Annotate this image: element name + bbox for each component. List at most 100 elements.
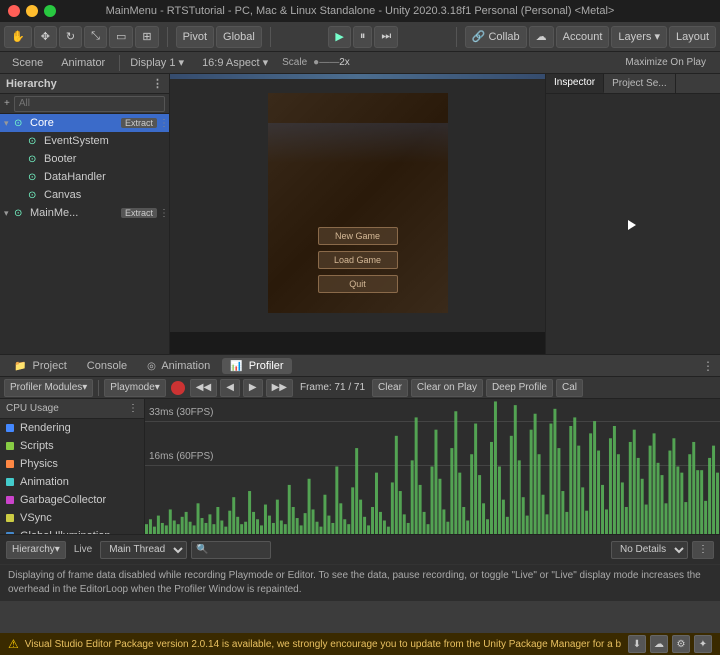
item-label-eventsystem: EventSystem	[44, 135, 109, 147]
playmode-dropdown[interactable]: Playmode ▾	[104, 379, 166, 397]
status-btn-1[interactable]: ⬇	[628, 635, 646, 653]
rect-tool[interactable]: ▭	[109, 26, 133, 48]
sidebar-more[interactable]: ⋮	[128, 403, 138, 414]
display-button[interactable]: Display 1 ▾	[122, 53, 192, 73]
status-btn-4[interactable]: ✦	[694, 635, 712, 653]
aspect-button[interactable]: 16:9 Aspect ▾	[194, 53, 276, 73]
prof-gc[interactable]: GarbageCollector	[0, 491, 144, 509]
profiler-bottom-more[interactable]: ⋮	[692, 541, 714, 559]
animator-tab[interactable]: Animator	[53, 53, 113, 73]
hierarchy-item-eventsystem[interactable]: ⊙ EventSystem	[0, 132, 169, 150]
core-more[interactable]: ⋮	[159, 118, 169, 129]
prof-rendering[interactable]: Rendering	[0, 419, 144, 437]
hierarchy-tree: ▾ ⊙ Core Extract ⋮ ⊙ EventSystem ⊙ Boote…	[0, 114, 169, 354]
profiler-area: 📁 Project Console ◎ Animation 📊 Profiler…	[0, 354, 720, 564]
transform-tool[interactable]: ⊞	[135, 26, 158, 48]
frame-counter: Frame: 71 / 71	[300, 382, 365, 393]
item-label-mainme: MainMe...	[30, 207, 78, 219]
prof-scripts[interactable]: Scripts	[0, 437, 144, 455]
global-button[interactable]: Global	[216, 26, 262, 48]
prof-physics[interactable]: Physics	[0, 455, 144, 473]
profiler-tabs: 📁 Project Console ◎ Animation 📊 Profiler…	[0, 355, 720, 377]
inspector-tab[interactable]: Inspector	[546, 74, 604, 93]
layout-button[interactable]: Layout	[669, 26, 716, 48]
mainme-more[interactable]: ⋮	[159, 208, 169, 219]
inspector-tabs: Inspector Project Se...	[546, 74, 720, 94]
profiler-tabs-more[interactable]: ⋮	[702, 359, 714, 373]
prof-vsync[interactable]: VSync	[0, 509, 144, 527]
profiler-main: CPU Usage ⋮ Rendering Scripts Physics An…	[0, 399, 720, 534]
prof-gi[interactable]: Global Illumination	[0, 527, 144, 534]
prev-step-btn[interactable]: ◀	[220, 379, 240, 397]
deep-profile-button[interactable]: Deep Profile	[486, 379, 553, 397]
hierarchy-toolbar: +	[0, 94, 169, 114]
account-button[interactable]: Account	[556, 26, 610, 48]
vsync-label: VSync	[20, 512, 52, 524]
hierarchy-item-booter[interactable]: ⊙ Booter	[0, 150, 169, 168]
rotate-tool[interactable]: ↻	[59, 26, 82, 48]
profiler-bottom: Hierarchy ▾ Live Main Thread No Details …	[0, 534, 720, 564]
clear-on-play-button[interactable]: Clear on Play	[411, 379, 483, 397]
hierarchy-more[interactable]: ⋮	[152, 77, 163, 90]
vsync-dot	[6, 514, 14, 522]
inspector-panel: Inspector Project Se...	[545, 74, 720, 354]
project-tab[interactable]: 📁 Project	[6, 358, 75, 374]
step-button[interactable]: ⏭	[374, 26, 398, 48]
divider-1	[167, 27, 168, 47]
profiler-tab-btn[interactable]: 📊 Profiler	[222, 358, 291, 374]
rendering-label: Rendering	[20, 422, 71, 434]
project-settings-tab[interactable]: Project Se...	[604, 74, 675, 93]
transform-tools: ✋ ✥ ↻ ⤡ ▭ ⊞	[4, 26, 159, 48]
physics-dot	[6, 460, 14, 468]
prof-animation[interactable]: Animation	[0, 473, 144, 491]
collab-button[interactable]: 🔗 Collab	[465, 26, 527, 48]
scale-tool[interactable]: ⤡	[84, 26, 107, 48]
profiler-toolbar: Profiler Modules ▾ Playmode ▾ ◀◀ ◀ ▶ ▶▶ …	[0, 377, 720, 399]
add-icon[interactable]: +	[4, 98, 10, 109]
playback-controls: ▶ ⏸ ⏭	[279, 26, 448, 48]
hierarchy-header: Hierarchy ⋮	[0, 74, 169, 94]
divider-2	[270, 27, 271, 47]
prev-frame-btn[interactable]: ◀◀	[190, 379, 217, 397]
no-details-select[interactable]: No Details	[611, 541, 688, 559]
maximize-button[interactable]	[44, 5, 56, 17]
minimize-button[interactable]	[26, 5, 38, 17]
window-title: MainMenu - RTSTutorial - PC, Mac & Linux…	[106, 5, 615, 17]
hierarchy-item-mainme[interactable]: ▾ ⊙ MainMe... Extract ⋮	[0, 204, 169, 222]
cpu-usage-title: CPU Usage	[6, 403, 59, 414]
pivot-button[interactable]: Pivot	[176, 26, 214, 48]
record-button[interactable]	[171, 381, 185, 395]
play-button[interactable]: ▶	[328, 26, 350, 48]
cal-button[interactable]: Cal	[556, 379, 583, 397]
hierarchy-item-core[interactable]: ▾ ⊙ Core Extract ⋮	[0, 114, 169, 132]
live-label: Live	[74, 544, 92, 555]
pause-button[interactable]: ⏸	[353, 26, 373, 48]
profiler-modules-dropdown[interactable]: Profiler Modules ▾	[4, 379, 93, 397]
physics-label: Physics	[20, 458, 58, 470]
clear-button[interactable]: Clear	[372, 379, 408, 397]
cloud-button[interactable]: ☁	[529, 26, 554, 48]
next-step-btn[interactable]: ▶	[243, 379, 263, 397]
next-frame-btn[interactable]: ▶▶	[266, 379, 293, 397]
console-tab[interactable]: Console	[79, 358, 135, 374]
status-btn-3[interactable]: ⚙	[672, 635, 690, 653]
hierarchy-title: Hierarchy	[6, 78, 57, 90]
scale-label: Scale	[282, 57, 307, 68]
layers-button[interactable]: Layers ▾	[611, 26, 667, 48]
hierarchy-search[interactable]	[14, 96, 165, 112]
status-message: Visual Studio Editor Package version 2.0…	[25, 639, 622, 650]
thread-select[interactable]: Main Thread	[100, 541, 187, 559]
scene-tab[interactable]: Scene	[4, 53, 51, 73]
hierarchy-item-datahandler[interactable]: ⊙ DataHandler	[0, 168, 169, 186]
hierarchy-bottom-dropdown[interactable]: Hierarchy ▾	[6, 541, 66, 559]
mainme-badge: Extract	[121, 208, 157, 218]
status-btn-2[interactable]: ☁	[650, 635, 668, 653]
move-tool[interactable]: ✥	[34, 26, 57, 48]
profiler-search[interactable]	[191, 541, 271, 559]
item-label-canvas: Canvas	[44, 189, 81, 201]
scale-value: ●——2x	[313, 57, 350, 68]
close-button[interactable]	[8, 5, 20, 17]
hand-tool[interactable]: ✋	[4, 26, 32, 48]
animation-tab[interactable]: ◎ Animation	[139, 358, 218, 374]
hierarchy-item-canvas[interactable]: ⊙ Canvas	[0, 186, 169, 204]
